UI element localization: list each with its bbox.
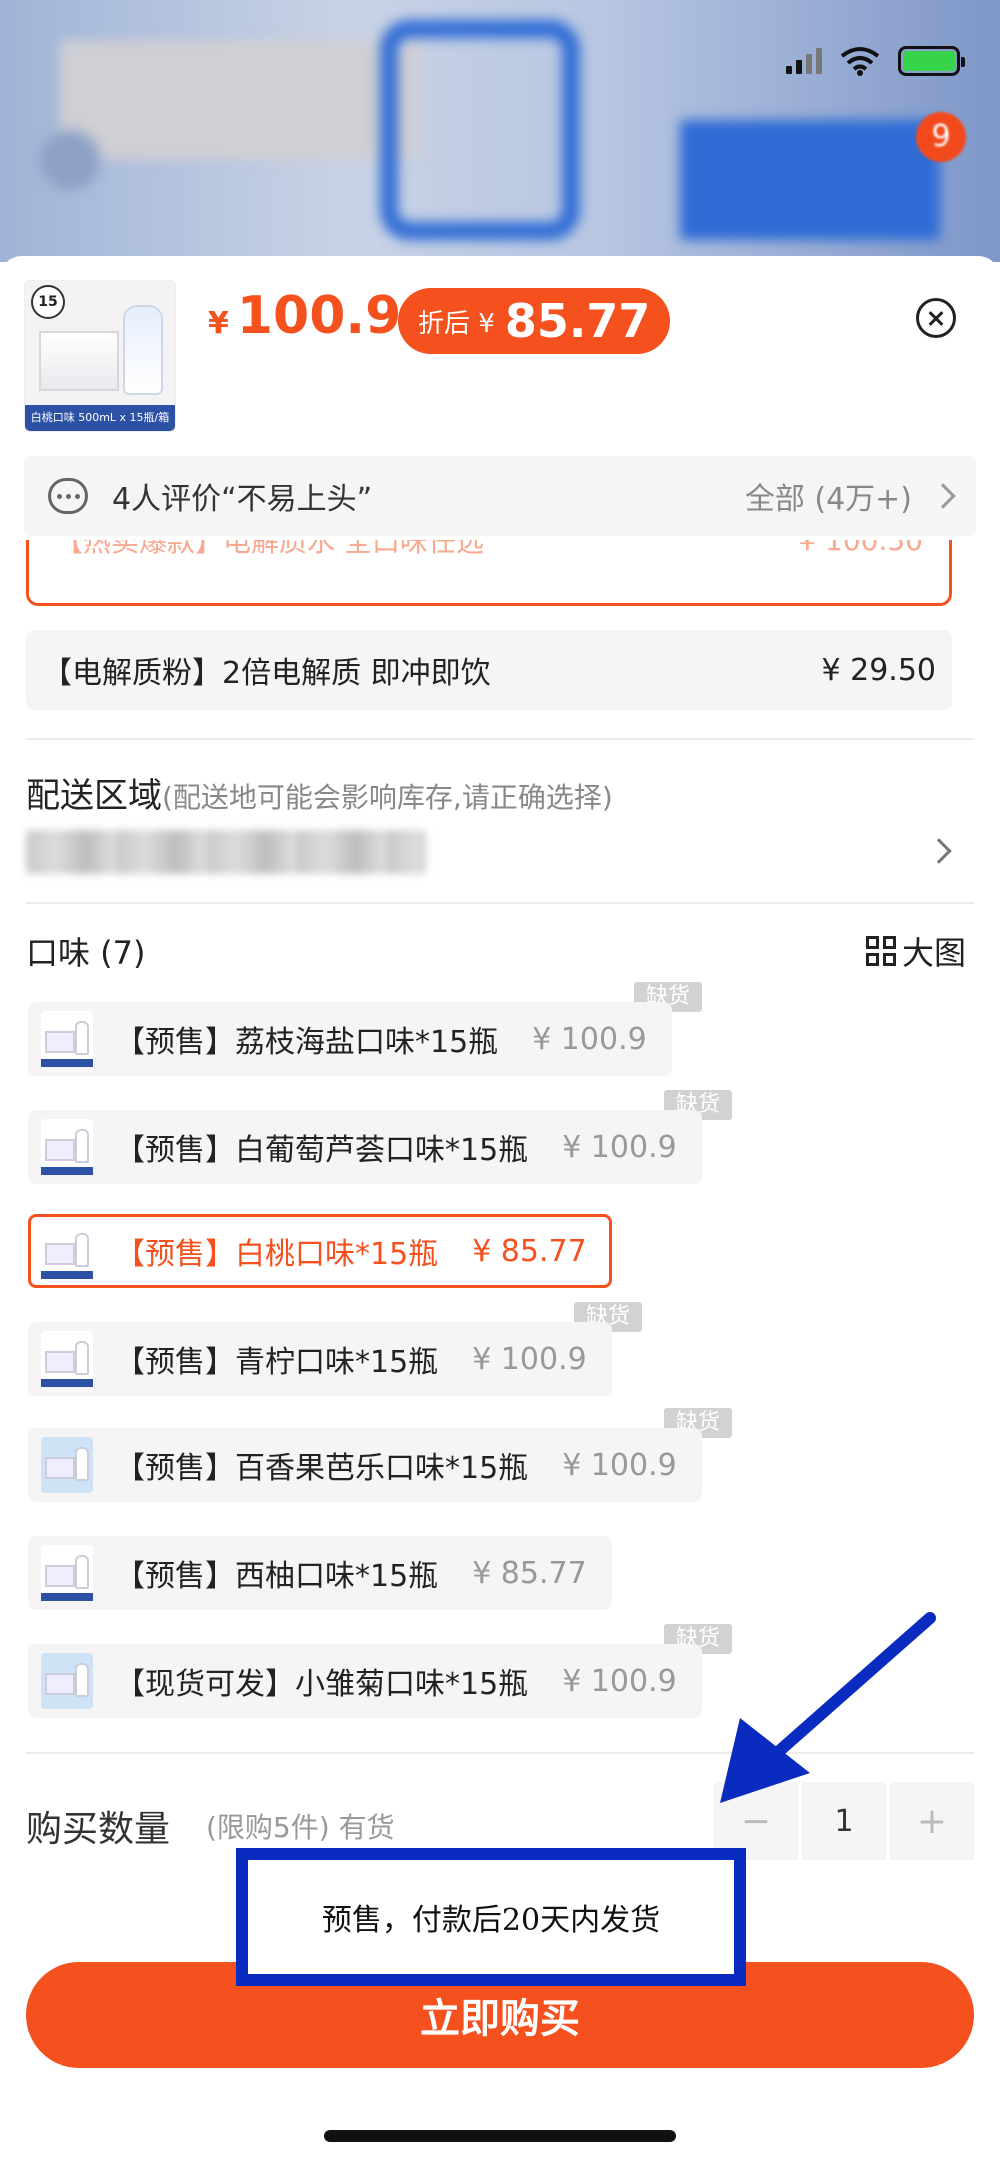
flavor-price: ¥ 100.9 (562, 1663, 677, 1699)
delivery-area-label: 配送区域 (26, 776, 162, 816)
chevron-right-icon (930, 483, 956, 509)
flavor-label: 【预售】青柠口味*15瓶 (115, 1345, 439, 1380)
delivery-area-hint: (配送地可能会影响库存,请正确选择) (162, 781, 613, 814)
chat-bubble-icon (48, 478, 88, 514)
review-summary-bar[interactable]: 4人评价“不易上头” 全部 (4万+) (24, 456, 976, 536)
review-summary-text: 4人评价“不易上头” (112, 482, 373, 517)
flavor-price: ¥ 85.77 (472, 1555, 587, 1591)
annotation-callout: 预售，付款后20天内发货 (236, 1848, 746, 1986)
option-label: 【电解质粉】2倍电解质 即冲即饮 (42, 656, 491, 691)
flavor-price: ¥ 100.9 (562, 1129, 677, 1165)
back-icon[interactable] (40, 130, 100, 190)
divider (26, 902, 974, 904)
flavor-label: 【预售】白葡萄芦荟口味*15瓶 (115, 1133, 529, 1168)
flavor-label: 【预售】荔枝海盐口味*15瓶 (115, 1025, 499, 1060)
currency-symbol: ¥ (208, 306, 229, 341)
review-all-link[interactable]: 全部 (4万+) (745, 474, 912, 518)
flavor-label: 【预售】白桃口味*15瓶 (115, 1237, 439, 1272)
cellular-signal-icon (786, 48, 822, 74)
option-hot-seller[interactable]: 【热卖爆款】电解质水 全口味任选 ¥ 100.50 (26, 540, 952, 606)
flavor-chip-lychee[interactable]: 【预售】荔枝海盐口味*15瓶 ¥ 100.9 (28, 1002, 672, 1076)
flavor-section-title: 口味 (7) (26, 934, 146, 972)
count-badge: 15 (31, 285, 65, 319)
flavor-thumbnail (41, 1545, 93, 1601)
blurred-banner (60, 40, 420, 160)
flavor-thumbnail (41, 1437, 93, 1493)
wifi-icon (840, 47, 880, 76)
thumbnail-caption: 白桃口味 500mL x 15瓶/箱 (25, 405, 175, 431)
product-thumbnail[interactable]: 15 白桃口味 500mL x 15瓶/箱 (24, 280, 176, 432)
home-indicator[interactable] (324, 2130, 676, 2142)
flavor-chip-daisy[interactable]: 【现货可发】小雏菊口味*15瓶 ¥ 100.9 (28, 1644, 702, 1718)
flavor-price: ¥ 100.9 (472, 1341, 587, 1377)
big-picture-toggle[interactable]: 大图 (866, 928, 966, 974)
flavor-price: ¥ 85.77 (472, 1233, 587, 1269)
quantity-label: 购买数量 (26, 1809, 171, 1850)
quantity-hint: (限购5件) 有货 (206, 1811, 395, 1844)
after-discount-price: 85.77 (504, 294, 651, 348)
flavor-chip-passion-guava[interactable]: 【预售】百香果芭乐口味*15瓶 ¥ 100.9 (28, 1428, 702, 1502)
annotation-arrow-icon (720, 1612, 936, 1803)
option-label: 【热卖爆款】电解质水 全口味任选 (55, 540, 484, 558)
flavor-thumbnail (41, 1011, 93, 1067)
bottle-image (123, 305, 163, 395)
flavor-thumbnail (41, 1653, 93, 1709)
blurred-tag (680, 120, 940, 240)
status-bar (786, 46, 965, 76)
big-picture-label: 大图 (902, 934, 967, 972)
flavor-label: 【现货可发】小雏菊口味*15瓶 (115, 1667, 529, 1702)
grid-icon (866, 936, 896, 966)
blurred-product (380, 20, 580, 240)
flavor-thumbnail (41, 1119, 93, 1175)
divider (26, 738, 974, 740)
cart-count-badge: 9 (916, 112, 966, 162)
product-price: ¥ 100.9 (208, 286, 401, 346)
option-electrolyte-powder[interactable]: 【电解质粉】2倍电解质 即冲即饮 ¥ 29.50 (26, 630, 952, 710)
delivery-address-blurred[interactable] (26, 830, 426, 874)
flavor-price: ¥ 100.9 (562, 1447, 677, 1483)
delivery-area-title: 配送区域(配送地可能会影响库存,请正确选择) (26, 768, 613, 817)
flavor-price: ¥ 100.9 (532, 1021, 647, 1057)
background-page-header: 9 (0, 0, 1000, 262)
flavor-chip-white-grape[interactable]: 【预售】白葡萄芦荟口味*15瓶 ¥ 100.9 (28, 1110, 702, 1184)
battery-icon (898, 46, 965, 76)
flavor-thumbnail (41, 1331, 93, 1387)
after-discount-pill: 折后 ¥ 85.77 (398, 288, 671, 354)
flavor-chip-white-peach[interactable]: 【预售】白桃口味*15瓶 ¥ 85.77 (28, 1214, 612, 1288)
after-discount-label: 折后 ¥ (418, 308, 495, 339)
option-price: ¥ 29.50 (821, 652, 936, 688)
box-image (39, 331, 119, 391)
close-icon[interactable] (916, 298, 956, 338)
flavor-chip-lime[interactable]: 【预售】青柠口味*15瓶 ¥ 100.9 (28, 1322, 612, 1396)
option-price: ¥ 100.50 (798, 540, 923, 557)
flavor-label: 【预售】西柚口味*15瓶 (115, 1559, 439, 1594)
flavor-chip-grapefruit[interactable]: 【预售】西柚口味*15瓶 ¥ 85.77 (28, 1536, 612, 1610)
flavor-thumbnail (41, 1223, 93, 1279)
flavor-label: 【预售】百香果芭乐口味*15瓶 (115, 1451, 529, 1486)
price-value: 100.9 (236, 286, 402, 346)
